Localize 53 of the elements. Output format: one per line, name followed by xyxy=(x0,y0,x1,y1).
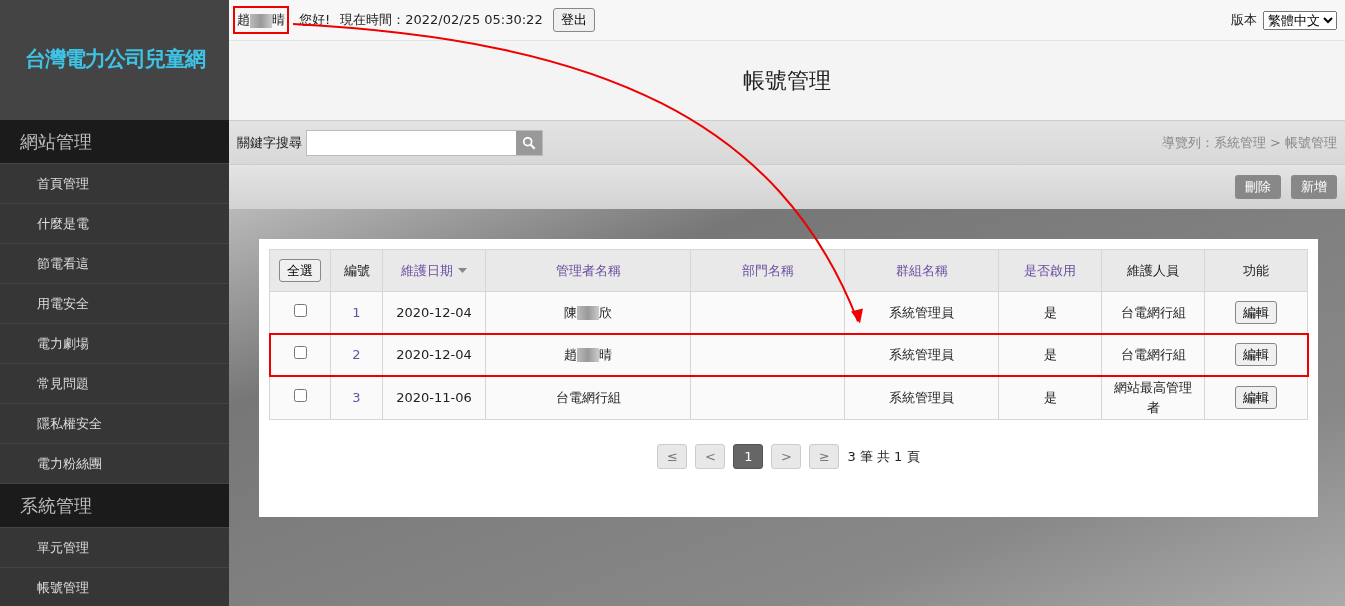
table-cell: 2 xyxy=(352,346,361,362)
table-cell: 系統管理員 xyxy=(889,304,954,320)
table-cell: 2020-12-04 xyxy=(396,304,472,320)
search-button[interactable] xyxy=(516,130,542,155)
breadcrumb: 導覽列：系統管理 > 帳號管理 xyxy=(1161,133,1337,152)
page-button[interactable]: < xyxy=(695,444,726,469)
site-logo: 台灣電力公司兒童網 xyxy=(24,46,205,74)
table-cell: 陳 欣 xyxy=(564,304,612,320)
action-button[interactable]: 刪除 xyxy=(1235,175,1281,199)
table-cell: 是 xyxy=(1043,389,1057,405)
table-cell-text: 台電網行組 xyxy=(1120,345,1186,364)
table-cell: 台電網行組 xyxy=(555,389,621,405)
column-header-link[interactable]: 部門名稱 xyxy=(741,260,794,281)
page-title: 帳號管理 xyxy=(743,67,831,95)
edit-button[interactable]: 編輯 xyxy=(1235,300,1277,325)
search-icon xyxy=(522,134,536,151)
table-cell: 系統管理員 xyxy=(889,346,954,362)
action-button[interactable]: 新增 xyxy=(1291,175,1337,199)
version-select[interactable]: 繁體中文 xyxy=(1263,10,1337,30)
table-cell-text: 台電網行組 xyxy=(1120,303,1186,322)
column-header: 編號 xyxy=(343,261,370,280)
sort-caret-icon xyxy=(458,268,467,273)
edit-button[interactable]: 編輯 xyxy=(1235,342,1277,367)
edit-button[interactable]: 編輯 xyxy=(1235,385,1277,410)
sidebar-section-title: 網站管理 xyxy=(0,120,229,164)
search-field[interactable] xyxy=(306,129,543,156)
current-time: 現在時間：2022/02/25 05:30:22 xyxy=(340,11,543,30)
page-button[interactable]: ≤ xyxy=(657,444,688,469)
table-cell: 3 xyxy=(352,389,361,405)
table-cell: 趙 晴 xyxy=(564,346,612,362)
table-cell: 2020-12-04 xyxy=(396,346,472,362)
column-header: 維護人員 xyxy=(1127,261,1179,280)
select-all-button[interactable]: 全選 xyxy=(279,258,321,283)
row-checkbox[interactable] xyxy=(293,303,307,317)
page-button[interactable]: > xyxy=(771,444,802,469)
version-label: 版本 xyxy=(1231,11,1257,30)
table-cell: 1 xyxy=(352,304,361,320)
column-header: 功能 xyxy=(1243,261,1269,280)
column-header-link[interactable]: 群組名稱 xyxy=(895,260,948,281)
table-cell-text: 網站最高管理者 xyxy=(1113,379,1193,417)
page-button[interactable]: 1 xyxy=(733,444,764,469)
table-cell: 2020-11-06 xyxy=(396,389,472,405)
sidebar-section-title: 系統管理 xyxy=(0,484,229,528)
table-cell: 系統管理員 xyxy=(889,389,954,405)
table-cell: 是 xyxy=(1043,304,1057,320)
row-checkbox[interactable] xyxy=(293,388,307,402)
search-label: 關鍵字搜尋 xyxy=(237,133,302,152)
page-summary: 3 筆 共 1 頁 xyxy=(847,447,920,466)
row-checkbox[interactable] xyxy=(293,345,307,359)
table-cell: 是 xyxy=(1043,346,1057,362)
column-header-link[interactable]: 管理者名稱 xyxy=(555,260,621,281)
page-button[interactable]: ≥ xyxy=(809,444,840,469)
logout-button[interactable]: 登出 xyxy=(552,8,595,32)
